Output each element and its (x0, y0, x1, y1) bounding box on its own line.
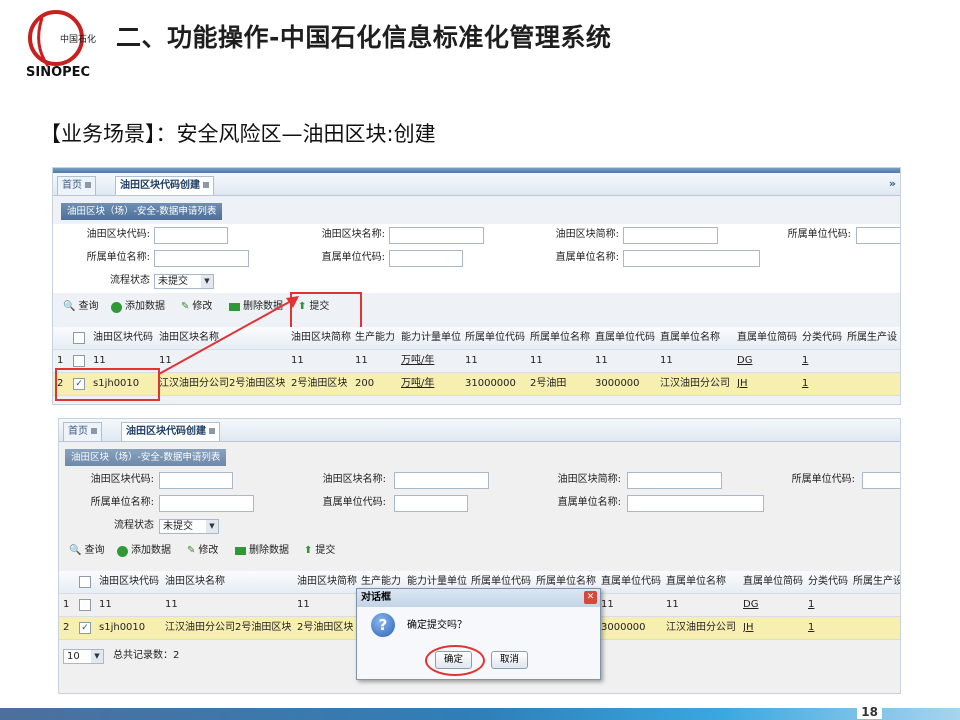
search-form: 油田区块代码: 油田区块名称: 油田区块简称: 所属单位代码: 所属单位名称: … (59, 469, 900, 539)
add-icon (117, 545, 128, 557)
delete-button[interactable]: 删除数据 (235, 543, 289, 559)
add-label: 添加数据 (131, 545, 171, 556)
tab-home-label: 首页 (68, 426, 88, 437)
edit-label: 修改 (198, 545, 219, 556)
submit-button[interactable]: ⬆ 提交 (304, 543, 335, 559)
cell-code: s1jh0010 (99, 622, 146, 633)
cell-name: 11 (165, 599, 178, 610)
confirm-callout-circle (425, 645, 485, 676)
callout-arrow (158, 296, 299, 375)
tab-home[interactable]: 首页 (63, 422, 102, 441)
direct-name-label: 直属单位名称: (557, 497, 621, 508)
row-index: 2 (63, 622, 70, 633)
logo-text: 中国石化 (60, 33, 96, 45)
row-checkbox[interactable] (79, 599, 91, 611)
code-label: 油田区块代码: (90, 474, 154, 485)
direct-code-label: 直属单位代码: (322, 497, 386, 508)
delete-label: 删除数据 (249, 545, 289, 556)
chevron-down-icon[interactable]: ▼ (91, 650, 103, 663)
select-all-checkbox[interactable] (79, 576, 91, 588)
short-label: 油田区块简称: (557, 474, 621, 485)
column-header[interactable]: 直属单位简码 (743, 571, 807, 593)
cell-direct-short[interactable]: DG (743, 594, 807, 616)
name-label: 油田区块名称: (322, 474, 386, 485)
status-value: 未提交 (163, 521, 193, 532)
cell-category[interactable]: 1 (808, 594, 852, 616)
slide-footer-bar (0, 708, 960, 720)
dialog-title: 对话框 (357, 589, 600, 607)
submit-label: 提交 (315, 545, 336, 556)
tab-block-code-create[interactable]: 油田区块代码创建 (121, 422, 220, 441)
owner-code-label: 所属单位代码: (791, 474, 855, 485)
short-input[interactable] (627, 472, 722, 489)
delete-icon (235, 547, 246, 555)
tab-active-label: 油田区块代码创建 (126, 426, 206, 437)
tab-close-icon[interactable] (91, 428, 97, 434)
business-scene: 【业务场景】：安全风险区—油田区块:创建 (40, 122, 436, 146)
column-header[interactable]: 直属单位名称 (666, 571, 742, 593)
column-header[interactable]: 分类代码 (808, 571, 852, 593)
cell-code: 11 (99, 599, 112, 610)
logo-brand: SINOPEC (26, 65, 90, 80)
code-input[interactable] (159, 472, 233, 489)
sinopec-logo: 中国石化 SINOPEC (20, 8, 100, 80)
cell-short: 2号油田区块 (297, 622, 354, 633)
close-icon[interactable]: ✕ (584, 591, 597, 604)
page-size-select[interactable]: 10 ▼ (63, 649, 104, 664)
column-header[interactable]: 油田区块代码 (99, 571, 163, 593)
query-button[interactable]: 🔍 查询 (69, 543, 104, 559)
owner-name-input[interactable] (159, 495, 254, 512)
cell-direct-short[interactable]: JH (743, 617, 807, 639)
cell-category[interactable]: 1 (808, 617, 852, 639)
cell-direct-name: 11 (666, 599, 679, 610)
query-label: 查询 (84, 545, 105, 556)
dialog-message: 确定提交吗？ (407, 620, 467, 631)
edit-button[interactable]: ✎ 修改 (187, 543, 218, 559)
screenshot-panel-1: 首页 油田区块代码创建 » 油田区块（场）-安全-数据申请列表 油田区块代码: … (52, 167, 901, 405)
cell-direct-code: 3000000 (601, 622, 646, 633)
row-index: 1 (63, 599, 70, 610)
direct-code-input[interactable] (394, 495, 468, 512)
toolbar: 🔍 查询 添加数据 ✎ 修改 删除数据 ⬆ 提交 (59, 539, 900, 563)
column-header[interactable]: 所属生产设 (853, 571, 900, 593)
search-icon: 🔍 (69, 545, 82, 556)
cell-short: 11 (297, 599, 310, 610)
slide-title: 二、功能操作-中国石化信息标准化管理系统 (116, 23, 612, 52)
question-icon: ? (371, 613, 395, 637)
chevron-down-icon[interactable]: ▼ (206, 520, 218, 533)
cell-direct-name: 江汉油田分公司 (666, 622, 736, 633)
status-label: 流程状态 (114, 520, 154, 531)
pencil-icon: ✎ (187, 545, 196, 556)
status-select[interactable]: 未提交 ▼ (159, 519, 219, 534)
list-title: 油田区块（场）-安全-数据申请列表 (65, 449, 227, 466)
page-number: 18 (857, 705, 882, 719)
column-header[interactable]: 油田区块名称 (165, 571, 297, 593)
owner-name-label: 所属单位名称: (90, 497, 154, 508)
column-header[interactable]: 油田区块简称 (297, 571, 361, 593)
up-arrow-icon: ⬆ (304, 545, 313, 556)
tab-bar: 首页 油田区块代码创建 (59, 419, 900, 442)
row-checkbox[interactable]: ✓ (79, 622, 91, 634)
direct-name-input[interactable] (627, 495, 764, 512)
owner-code-input[interactable] (862, 472, 900, 489)
cancel-button[interactable]: 取消 (491, 651, 529, 669)
confirm-dialog: 对话框 ✕ ? 确定提交吗？ 确定 取消 (356, 588, 601, 680)
add-button[interactable]: 添加数据 (117, 543, 171, 559)
cell-name: 江汉油田分公司2号油田区块 (165, 622, 292, 633)
cell-direct-code: 11 (601, 599, 614, 610)
tab-close-icon[interactable] (209, 428, 215, 434)
name-input[interactable] (394, 472, 489, 489)
page-size-value: 10 (67, 651, 80, 662)
column-header[interactable]: 直属单位代码 (601, 571, 665, 593)
total-records: 总共记录数：2 (113, 650, 180, 661)
